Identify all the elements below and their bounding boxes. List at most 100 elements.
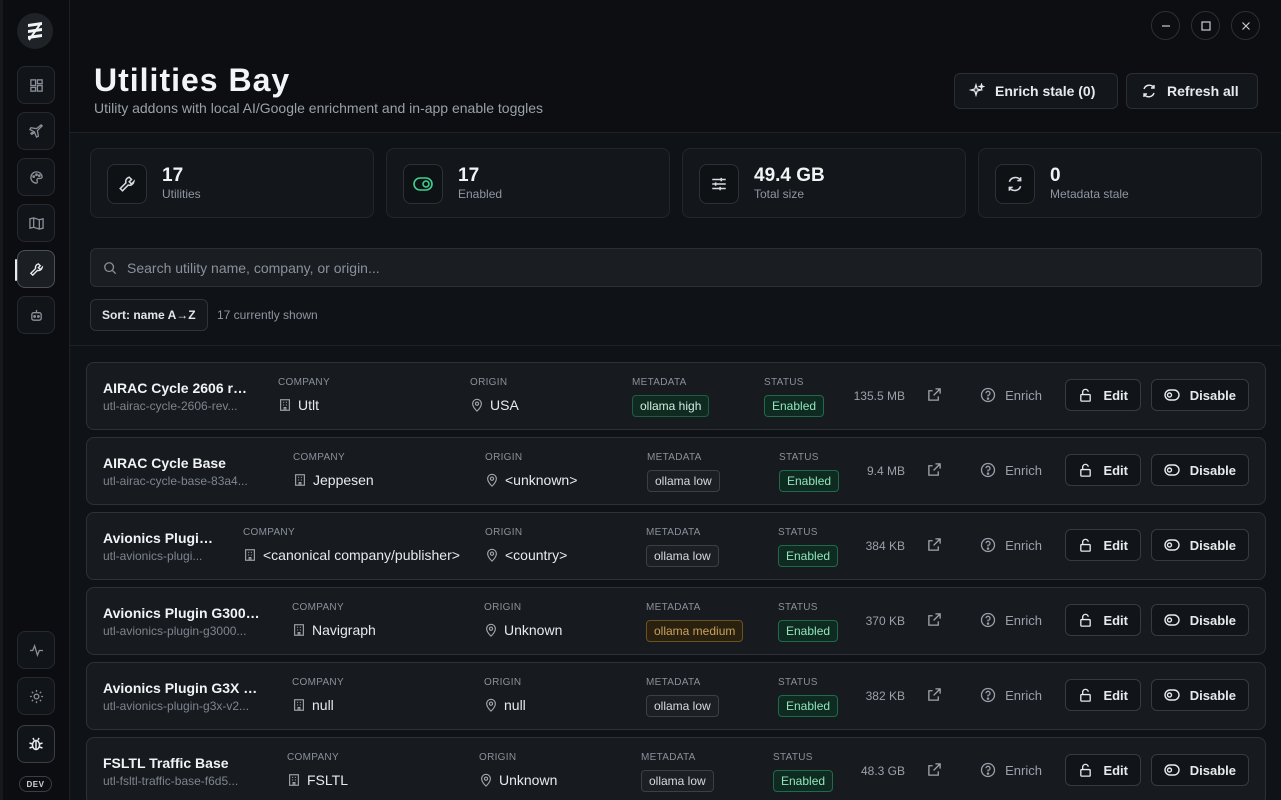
edit-button[interactable]: Edit	[1065, 454, 1141, 486]
disable-label: Disable	[1189, 762, 1236, 778]
enrich-button[interactable]: Enrich	[980, 762, 1042, 778]
map-pin-icon	[472, 398, 482, 412]
open-folder-button[interactable]	[927, 762, 942, 782]
help-circle-icon	[980, 687, 996, 703]
plane-icon	[28, 123, 43, 138]
nav-dashboard[interactable]	[17, 66, 55, 104]
utility-row: Avionics Plugin G3X v2... utl-avionics-p…	[86, 662, 1266, 730]
company-label: COMPANY	[292, 677, 344, 688]
palette-icon	[29, 170, 43, 184]
edit-button[interactable]: Edit	[1065, 679, 1141, 711]
edit-label: Edit	[1103, 387, 1128, 403]
help-circle-icon	[980, 537, 996, 553]
disable-label: Disable	[1189, 462, 1236, 478]
status-label: STATUS	[779, 452, 819, 463]
disable-button[interactable]: Disable	[1150, 679, 1249, 711]
open-folder-button[interactable]	[927, 537, 942, 557]
toggle-icon	[1164, 614, 1180, 626]
utility-name: Avionics Plugin...	[103, 530, 215, 546]
utility-id: utl-fsltl-traffic-base-f6d5...	[103, 774, 239, 788]
origin-value: <unknown>	[485, 472, 577, 488]
enrich-stale-label: Enrich stale (0)	[995, 83, 1096, 99]
open-folder-button[interactable]	[927, 462, 942, 482]
robot-icon	[30, 309, 42, 321]
utility-row: AIRAC Cycle Base utl-airac-cycle-base-83…	[86, 437, 1266, 505]
sort-button[interactable]: Sort: name A→Z	[90, 299, 208, 331]
nav-liveries[interactable]	[17, 158, 55, 196]
utility-name: Avionics Plugin G3000...	[103, 605, 263, 621]
enrich-button[interactable]: Enrich	[980, 687, 1042, 703]
utility-size: 135.5 MB	[853, 389, 905, 403]
sliders-icon	[699, 164, 739, 204]
open-folder-button[interactable]	[927, 612, 942, 632]
edit-button[interactable]: Edit	[1065, 529, 1141, 561]
open-folder-button[interactable]	[927, 687, 942, 707]
toggle-icon	[1164, 689, 1180, 701]
toggle-icon	[1164, 464, 1180, 476]
utility-name: AIRAC Cycle Base	[103, 455, 226, 471]
enrich-button[interactable]: Enrich	[980, 612, 1042, 628]
disable-button[interactable]: Disable	[1150, 754, 1249, 786]
search-box[interactable]	[90, 248, 1262, 287]
company-value: Jeppesen	[293, 472, 374, 488]
nav-debug[interactable]	[17, 725, 55, 763]
minimize-button[interactable]	[1151, 11, 1180, 40]
metadata-label: METADATA	[647, 452, 702, 463]
metadata-badge: ollama low	[646, 545, 719, 567]
enrich-label: Enrich	[1005, 687, 1042, 703]
edit-button[interactable]: Edit	[1065, 379, 1141, 411]
nav-scenery[interactable]	[17, 204, 55, 242]
section-divider	[70, 345, 1281, 346]
company-value: Navigraph	[292, 622, 376, 638]
main-panel: Utilities Bay Utility addons with local …	[70, 0, 1281, 800]
company-label: COMPANY	[243, 527, 295, 538]
edit-label: Edit	[1103, 462, 1128, 478]
search-input[interactable]	[127, 259, 1227, 276]
app-logo[interactable]	[17, 13, 53, 49]
enrich-button[interactable]: Enrich	[980, 387, 1042, 403]
status-label: STATUS	[778, 677, 818, 688]
nav-settings[interactable]	[17, 677, 55, 715]
company-label: COMPANY	[287, 752, 339, 763]
enrich-label: Enrich	[1005, 762, 1042, 778]
metadata-badge: ollama low	[646, 695, 719, 717]
disable-button[interactable]: Disable	[1150, 379, 1249, 411]
disable-button[interactable]: Disable	[1150, 604, 1249, 636]
company-label: COMPANY	[278, 377, 330, 388]
disable-button[interactable]: Disable	[1150, 454, 1249, 486]
maximize-button[interactable]	[1191, 11, 1220, 40]
utility-size: 48.3 GB	[860, 764, 905, 778]
edit-button[interactable]: Edit	[1065, 604, 1141, 636]
stat-value: 0	[1050, 165, 1061, 186]
enrich-button[interactable]: Enrich	[980, 537, 1042, 553]
utility-size: 382 KB	[865, 689, 905, 703]
building-icon	[289, 774, 299, 786]
edit-button[interactable]: Edit	[1065, 754, 1141, 786]
nav-activity[interactable]	[17, 631, 55, 669]
stat-value: 17	[458, 165, 480, 186]
map-icon	[28, 216, 44, 230]
stat-label: Utilities	[162, 187, 201, 201]
utility-size: 384 KB	[865, 539, 905, 553]
utility-row: AIRAC Cycle 2606 re... utl-airac-cycle-2…	[86, 362, 1266, 430]
metadata-badge: ollama low	[641, 770, 714, 792]
nav-aircraft[interactable]	[17, 112, 55, 150]
refresh-all-button[interactable]: Refresh all	[1126, 73, 1258, 109]
building-icon	[295, 474, 305, 486]
enrich-label: Enrich	[1005, 612, 1042, 628]
origin-value: USA	[470, 397, 519, 413]
close-button[interactable]	[1231, 11, 1260, 40]
status-badge: Enabled	[778, 695, 839, 717]
disable-button[interactable]: Disable	[1150, 529, 1249, 561]
minimize-icon	[1161, 24, 1170, 27]
open-folder-button[interactable]	[927, 387, 942, 407]
status-badge: Enabled	[764, 395, 825, 417]
nav-utilities[interactable]	[15, 250, 55, 288]
utility-size: 9.4 MB	[866, 464, 905, 478]
origin-label: ORIGIN	[484, 677, 522, 688]
origin-value: Unknown	[479, 772, 557, 788]
nav-assistant[interactable]	[17, 296, 55, 334]
enrich-stale-button[interactable]: Enrich stale (0)	[954, 73, 1118, 109]
enrich-button[interactable]: Enrich	[980, 462, 1042, 478]
rail-edge	[0, 0, 3, 800]
